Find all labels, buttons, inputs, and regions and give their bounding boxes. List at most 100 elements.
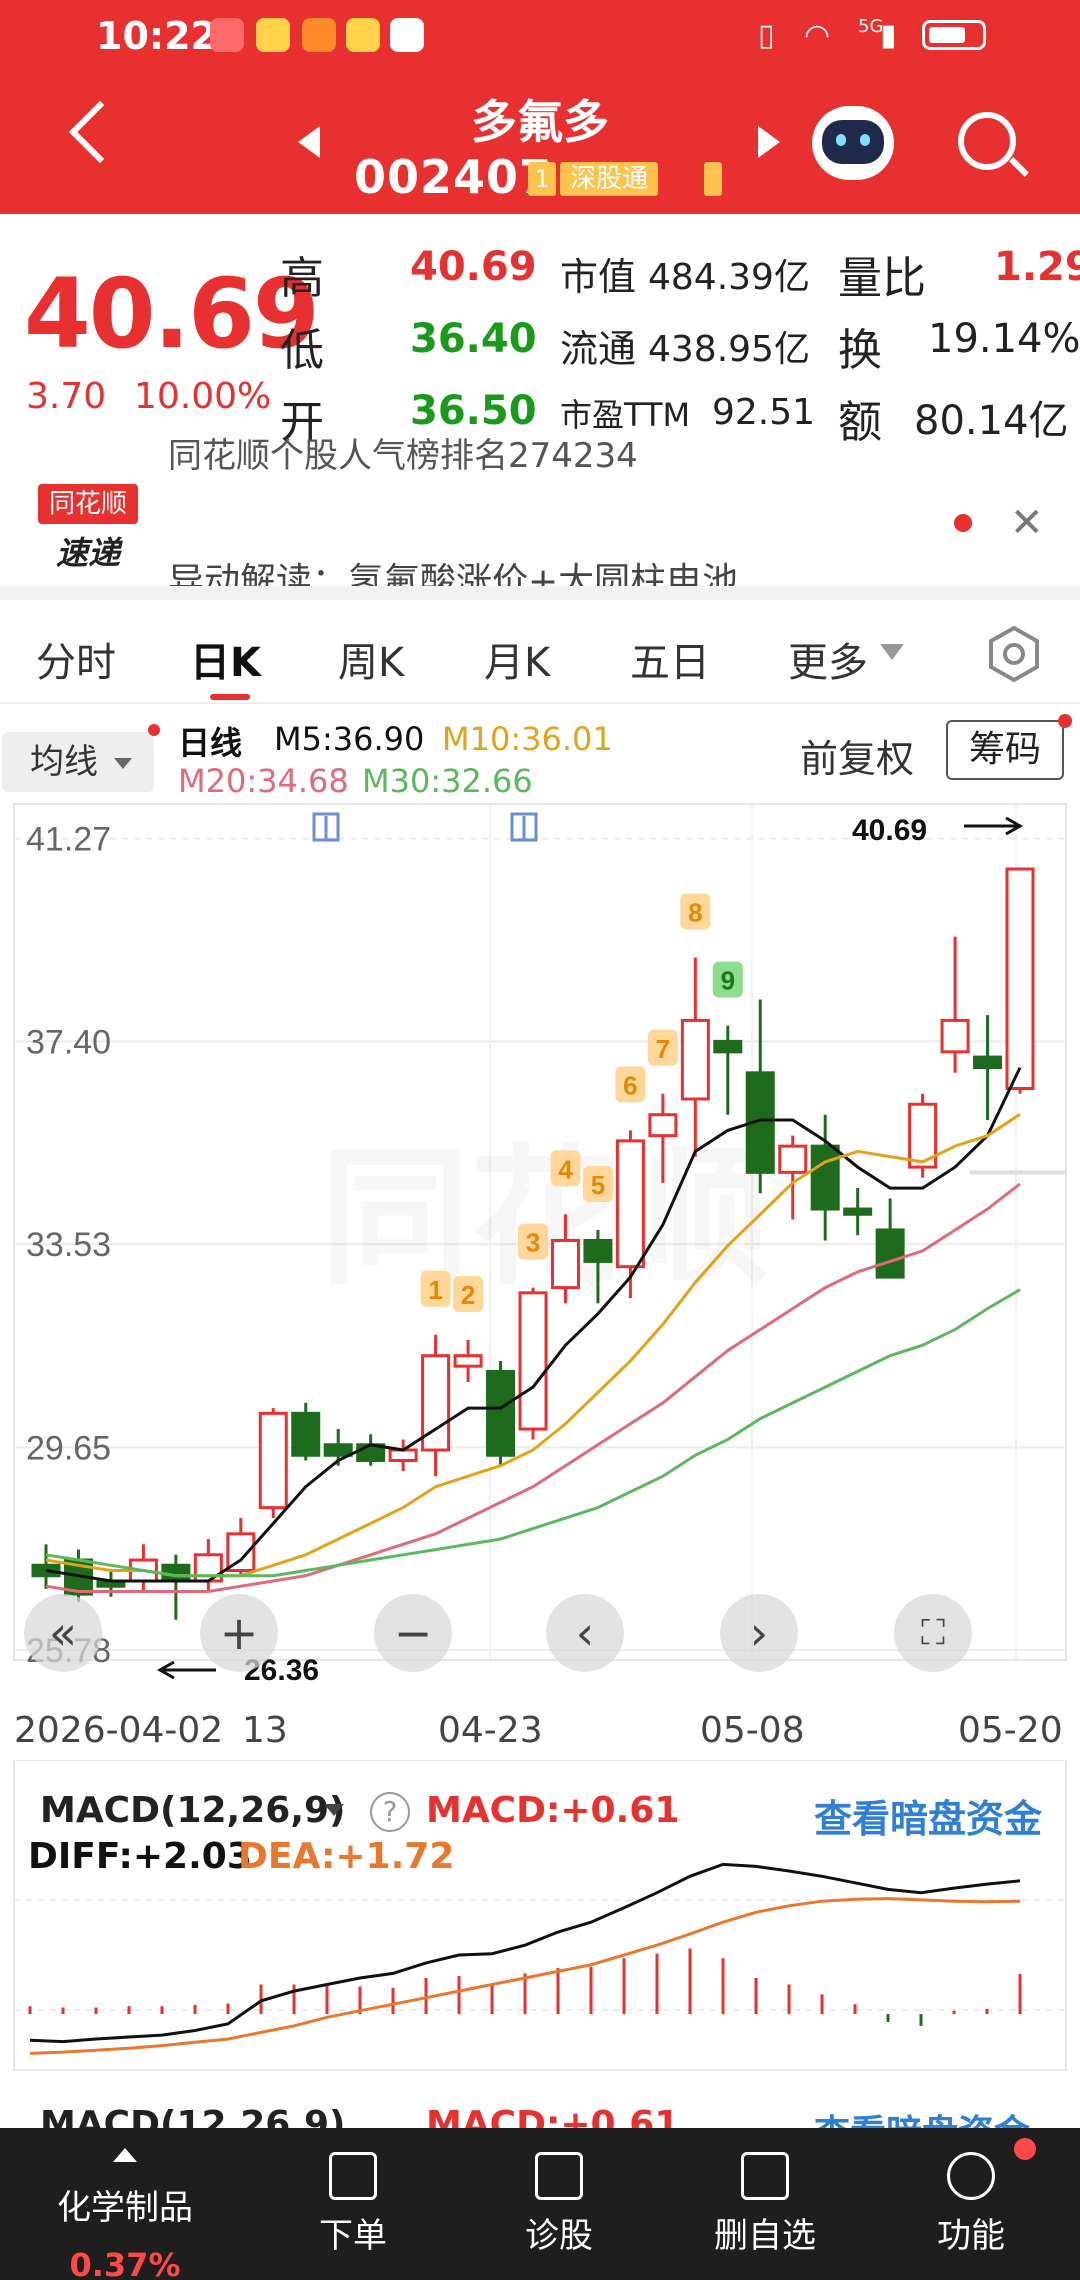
candle-body [388,1448,418,1462]
tab-five-day[interactable]: 五日 [630,630,710,688]
chevron-down-icon [880,644,904,660]
nav-diagnose[interactable]: 诊股 [456,2128,662,2280]
nav-remove-watchlist[interactable]: 删自选 [662,2128,868,2280]
candle [31,1544,61,1589]
ma20-value: M20:34.68 [178,762,349,800]
candle-body [518,1291,548,1431]
battery-icon [922,20,986,50]
quote-panel: 40.69 3.70 10.00% 高 40.69 低 36.40 开 36.5… [0,214,1080,448]
high-label: 高 [280,253,324,304]
macd-chart[interactable] [0,1760,1080,2080]
tab-intraday[interactable]: 分时 [36,630,116,688]
candle-body [291,1411,321,1457]
td-sequence-label: 1 [428,1275,442,1305]
assistant-robot-icon[interactable] [812,106,894,180]
ma10-value: M10:36.01 [442,720,613,758]
tonghuashun-express-logo: 同花顺 速递 [38,484,138,574]
unread-dot [954,514,972,532]
fullscreen-icon[interactable]: ⛶ [894,1594,972,1672]
section-divider [0,586,1080,600]
adjust-mode[interactable]: 前复权 [800,728,914,783]
scroll-left-fast-icon[interactable]: « [24,1594,102,1672]
high-arrow-icon [964,816,1024,836]
candle-body [550,1238,580,1290]
high-price-marker: 40.69 [852,814,927,847]
nav-order[interactable]: 下单 [250,2128,456,2280]
vol-ratio-value: 1.29 [994,244,1080,290]
scroll-right-icon[interactable]: › [720,1594,798,1672]
news-headline-previous[interactable]: 同花顺个股人气榜排名274234 [168,436,638,477]
chevron-up-icon [113,2148,137,2162]
tab-weekly-k[interactable]: 周K [338,630,404,688]
dark-pool-link[interactable]: 查看暗盘资金 [814,2104,1030,2130]
candle [713,1025,743,1115]
settings-hexagon-icon[interactable] [984,624,1044,684]
price-change: 3.70 [26,376,107,417]
active-tab-indicator [210,694,250,700]
open-value: 36.50 [410,388,537,434]
stock-code: 002407 [354,150,553,204]
search-icon[interactable] [958,112,1016,170]
next-stock-icon[interactable] [758,126,780,158]
weibo-notification-icon [346,18,380,52]
candle-body [680,1018,710,1101]
candle [421,1334,451,1477]
notice-dot [148,724,160,736]
tab-more[interactable]: 更多 [788,630,868,688]
candle [161,1554,191,1620]
event-marker-icon [312,812,340,842]
turnover-value: 19.14% [928,316,1080,362]
candle-body [1005,867,1035,1091]
low-label: 低 [280,325,324,376]
candle [193,1539,223,1592]
td-sequence-label: 5 [591,1170,605,1200]
diagnose-plus-icon [535,2152,583,2200]
app-header: 10:22 ▯ ◠ 5G ▮ 多氟多 002407 1 深股通 [0,0,1080,214]
chart-period-tabs: 分时 日K 周K 月K 五日 更多 [0,600,1080,704]
candle-body [713,1039,743,1054]
zoom-out-icon[interactable]: − [374,1594,452,1672]
td-sequence-label: 2 [461,1280,475,1310]
macd-panel-2-header: MACD(12,26,9) MACD:+0.61 查看暗盘资金 [0,2090,1080,2130]
mktcap-value: 484.39亿 [648,257,810,298]
candle-body [973,1055,1003,1070]
candle-body [843,1207,873,1216]
menu-circle-icon [947,2152,995,2200]
tab-monthly-k[interactable]: 月K [484,630,550,688]
zoom-in-icon[interactable]: + [200,1594,278,1672]
news-headline-current[interactable]: 异动解读：氢氟酸涨价+大圆柱电池 [168,552,738,586]
watermark: 同花顺 [320,1132,770,1306]
close-icon[interactable]: ✕ [1010,500,1044,546]
remove-minus-icon [741,2152,789,2200]
candle [843,1188,873,1236]
vibrate-icon: ▯ [758,18,775,53]
pe-label: 市盈TTM [560,396,691,434]
price-change-pct: 10.00% [134,376,272,417]
connect-badge: 深股通 [560,162,659,196]
chart-border [13,1760,1067,2071]
news-ticker[interactable]: 同花顺 速递 同花顺个股人气榜排名274234 异动解读：氢氟酸涨价+大圆柱电池… [0,436,1080,586]
date-tick: 2026-04-02 [14,1710,224,1751]
y-tick-label: 37.40 [26,1023,111,1061]
more-badge [704,162,722,196]
date-tick: 04-23 [438,1710,543,1751]
candle [258,1408,288,1519]
ma-period-label: 日线 [178,724,243,762]
tab-daily-k[interactable]: 日K [190,630,261,688]
high-value: 40.69 [410,244,537,290]
candle-body [940,1018,970,1054]
nav-industry[interactable]: 化学制品 0.37% [0,2128,250,2280]
chips-button[interactable]: 筹码 [946,720,1064,780]
candle-body [453,1354,483,1368]
prev-stock-icon[interactable] [298,126,320,158]
candle-body [323,1443,353,1457]
low-value: 36.40 [410,316,537,362]
nav-functions[interactable]: 功能 [868,2128,1074,2280]
scroll-left-icon[interactable]: ‹ [546,1594,624,1672]
macd-selector[interactable]: MACD(12,26,9) [40,2104,346,2130]
kline-chart[interactable]: 41.2737.4033.5329.6525.78同花顺12345678940.… [0,800,1080,1700]
current-price: 40.69 [24,258,320,370]
candle [940,936,970,1073]
ma-selector[interactable]: 均线 [2,732,154,792]
huawei-notification-icon [210,18,244,52]
